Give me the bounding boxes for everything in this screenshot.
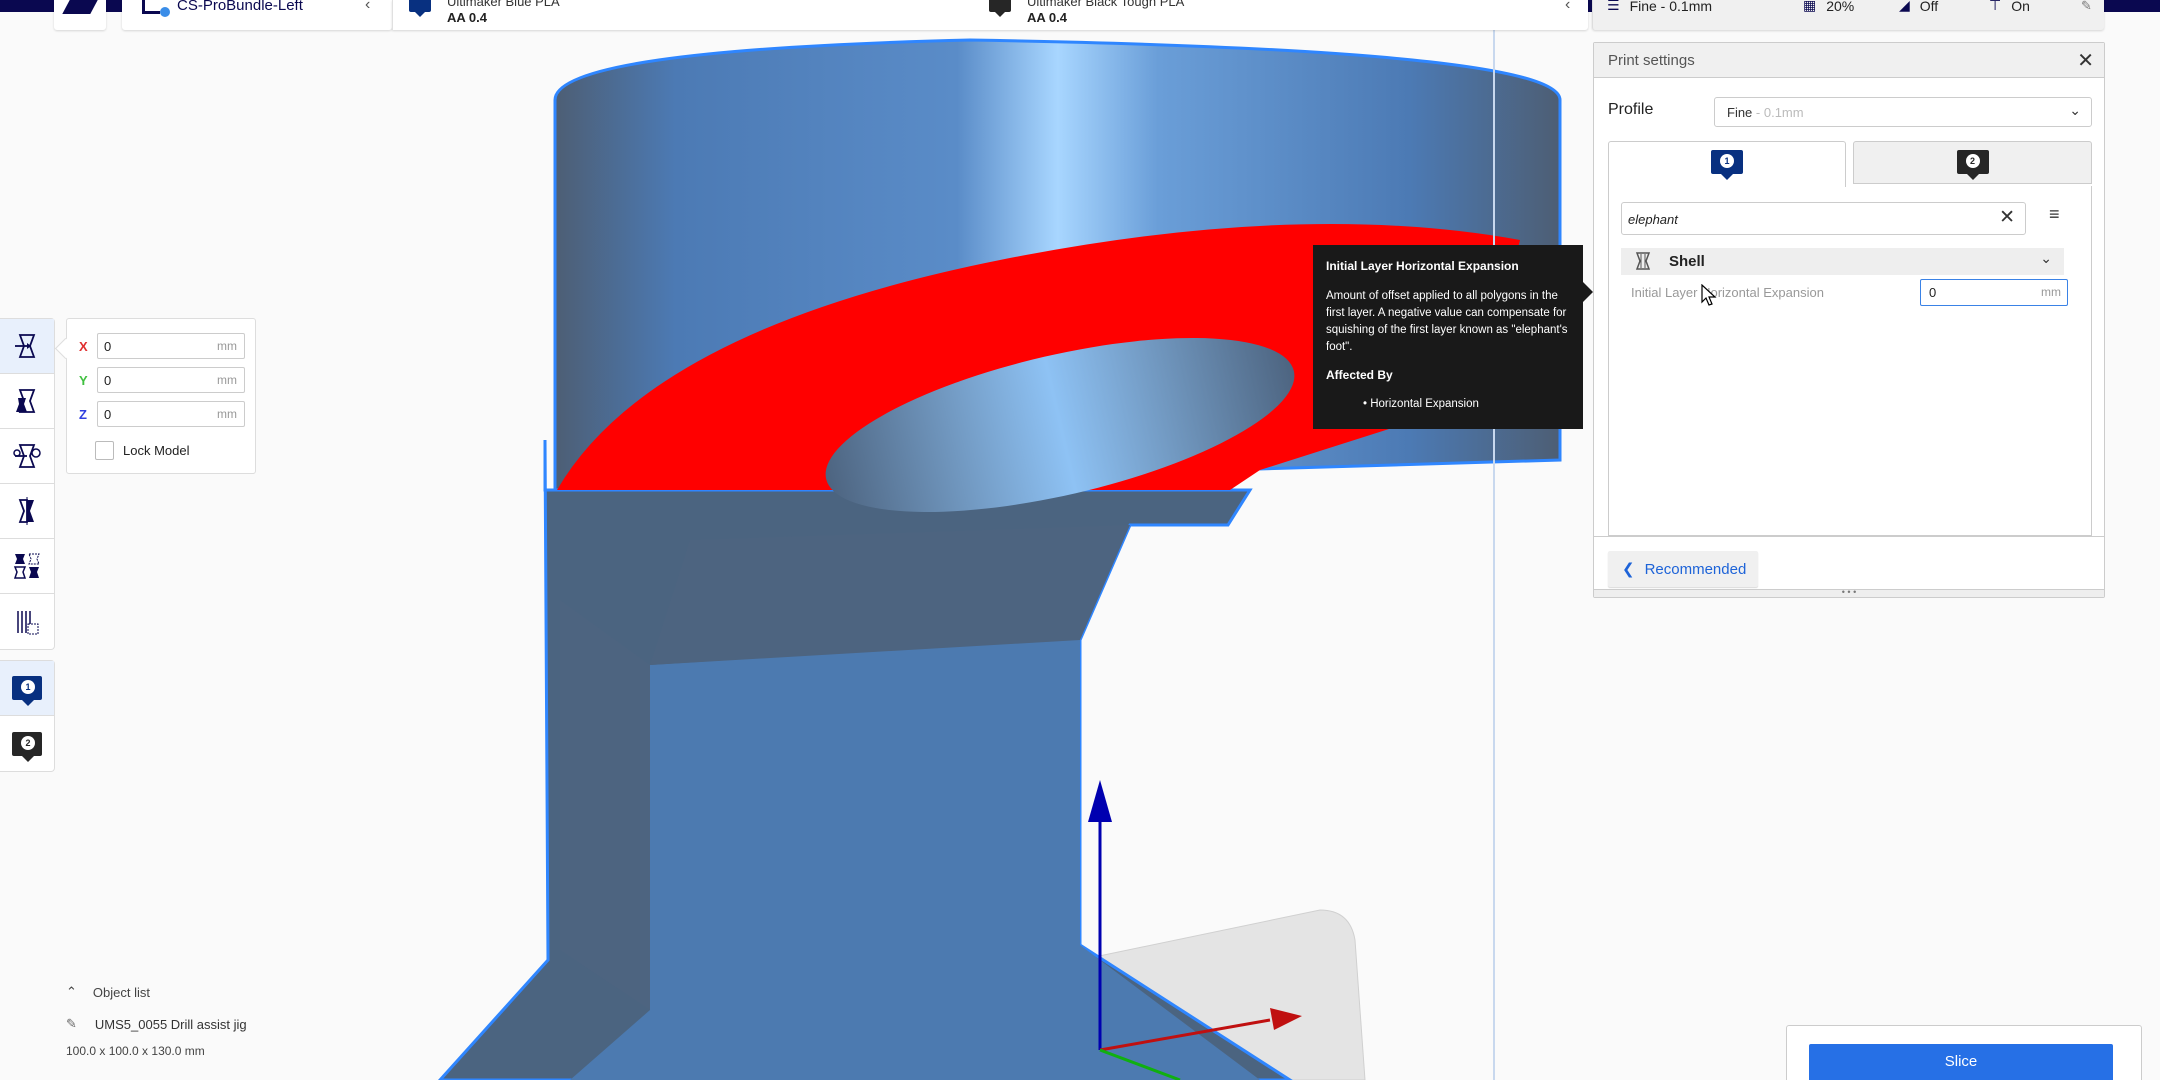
settings-visibility-menu-icon[interactable]: ≡: [2049, 204, 2060, 225]
extruder-1-icon: 1: [1711, 150, 1743, 180]
extruder-2-button[interactable]: 2: [0, 716, 54, 771]
move-icon: [15, 334, 36, 358]
per-model-settings-icon: [13, 553, 40, 579]
close-icon[interactable]: ✕: [2077, 48, 2094, 73]
tooltip-description: Amount of offset applied to all polygons…: [1326, 290, 1568, 353]
initial-layer-horizontal-expansion-input[interactable]: 0 mm: [1920, 279, 2068, 306]
print-setup-selector[interactable]: ☰ Fine - 0.1mm ▦ 20% ◢ Off ⊤ On ✎: [1592, 0, 2104, 30]
tooltip-title: Initial Layer Horizontal Expansion: [1326, 259, 1519, 273]
support-blocker-button[interactable]: [0, 594, 54, 649]
adhesion-icon: ⊤: [1989, 0, 2002, 13]
printer-name: CS-ProBundle-Left: [177, 0, 303, 14]
logo-icon: [62, 0, 98, 14]
quick-support: ◢ Off: [1899, 0, 1938, 14]
resize-handle[interactable]: • • •: [1594, 588, 2104, 597]
chevron-left-icon: ‹: [365, 0, 371, 13]
extruder-1-icon: 1: [12, 676, 42, 706]
y-label: Y: [79, 372, 88, 388]
mouse-cursor-icon: [1701, 284, 1717, 306]
chevron-left-icon: ❮: [1622, 561, 1635, 578]
clear-search-icon[interactable]: ✕: [1999, 206, 2015, 229]
profile-dropdown[interactable]: Fine - 0.1mm ⌄: [1714, 97, 2092, 127]
slice-button[interactable]: Slice: [1809, 1044, 2113, 1080]
extruder-2-icon: 2: [12, 731, 42, 762]
extruder-1-material: Ultimaker Blue PLA: [447, 0, 560, 9]
setting-tooltip: Initial Layer Horizontal Expansion Amoun…: [1313, 245, 1593, 429]
shell-icon: [1635, 252, 1651, 270]
x-coordinate-input[interactable]: 0 mm: [97, 333, 245, 359]
chevron-up-icon: ⌃: [66, 984, 77, 999]
lock-model-checkbox[interactable]: [95, 441, 114, 460]
x-label: X: [79, 338, 88, 354]
per-model-settings-button[interactable]: [0, 539, 54, 594]
pencil-icon: ✎: [66, 1016, 77, 1031]
extruder-panel: 1 2: [0, 660, 55, 772]
tool-panel: [0, 318, 55, 650]
extruder-1-button[interactable]: 1: [0, 661, 54, 716]
pencil-icon: ✎: [2081, 0, 2092, 13]
settings-search-input[interactable]: elephant ✕: [1621, 202, 2026, 235]
support-icon: ◢: [1899, 0, 1910, 13]
extruder-1-icon: [409, 0, 431, 17]
profile-icon: ☰: [1607, 0, 1620, 13]
print-settings-title: Print settings: [1608, 52, 1695, 69]
object-name: UMS5_0055 Drill assist jig: [94, 1016, 247, 1032]
rotate-tool-button[interactable]: [0, 429, 54, 484]
chevron-down-icon: ⌄: [2069, 102, 2081, 118]
support-blocker-icon: [17, 610, 39, 634]
printer-icon: [142, 0, 170, 17]
printer-selector[interactable]: CS-ProBundle-Left ‹: [122, 0, 392, 30]
object-list-toggle[interactable]: ⌃ Object list: [66, 984, 247, 1000]
tooltip-affected-by-item: • Horizontal Expansion: [1363, 398, 1479, 410]
extruder-1-nozzle: AA 0.4: [447, 10, 487, 25]
z-label: Z: [79, 406, 87, 422]
model-front-face: [570, 638, 1260, 1080]
mirror-icon: [18, 497, 34, 525]
object-dimensions: 100.0 x 100.0 x 130.0 mm: [66, 1044, 205, 1058]
object-name-row[interactable]: ✎ UMS5_0055 Drill assist jig: [66, 1016, 247, 1032]
rotate-icon: [13, 444, 41, 468]
quick-profile: ☰ Fine - 0.1mm: [1607, 0, 1712, 14]
chevron-down-icon: ⌄: [2040, 250, 2052, 266]
app-logo[interactable]: [54, 0, 106, 30]
tab-extruder-1[interactable]: 1: [1608, 141, 1846, 187]
y-coordinate-input[interactable]: 0 mm: [97, 367, 245, 393]
category-shell[interactable]: Shell ⌄: [1621, 248, 2064, 275]
print-settings-panel: Print settings ✕ Profile Fine - 0.1mm ⌄ …: [1593, 42, 2105, 598]
extruder-2-icon: 2: [1956, 150, 1989, 180]
chevron-left-icon: ‹: [1565, 0, 1571, 13]
action-panel: Slice: [1786, 1025, 2142, 1080]
lock-model-label: Lock Model: [123, 443, 190, 458]
settings-list: elephant ✕ ≡ Shell ⌄ Initial Layer Horiz…: [1608, 186, 2092, 536]
move-tool-panel: X 0 mm Y 0 mm Z 0 mm Lock Model: [66, 318, 256, 474]
scale-tool-button[interactable]: [0, 374, 54, 429]
material-selector[interactable]: Ultimaker Blue PLA AA 0.4 Ultimaker Blac…: [392, 0, 1588, 30]
object-list: ⌃ Object list ✎ UMS5_0055 Drill assist jig…: [66, 984, 247, 1058]
extruder-2-material: Ultimaker Black Tough PLA: [1027, 0, 1185, 9]
infill-icon: ▦: [1803, 0, 1817, 13]
build-volume-edge: [1493, 30, 1495, 1080]
profile-label: Profile: [1608, 101, 1654, 118]
mirror-tool-button[interactable]: [0, 484, 54, 539]
quick-infill: ▦ 20%: [1803, 0, 1854, 14]
z-coordinate-input[interactable]: 0 mm: [97, 401, 245, 427]
scale-icon: [16, 389, 36, 413]
tab-extruder-2[interactable]: 2: [1853, 141, 2092, 184]
extruder-2-nozzle: AA 0.4: [1027, 10, 1067, 25]
z-axis-arrow: [1088, 780, 1112, 822]
tooltip-affected-by-label: Affected By: [1326, 368, 1393, 382]
quick-adhesion: ⊤ On: [1989, 0, 2030, 14]
setting-label: Initial Layer Horizontal Expansion: [1631, 285, 1824, 300]
move-tool-button[interactable]: [0, 319, 54, 374]
extruder-2-icon: [989, 0, 1011, 17]
recommended-button[interactable]: ❮ Recommended: [1608, 551, 1758, 587]
